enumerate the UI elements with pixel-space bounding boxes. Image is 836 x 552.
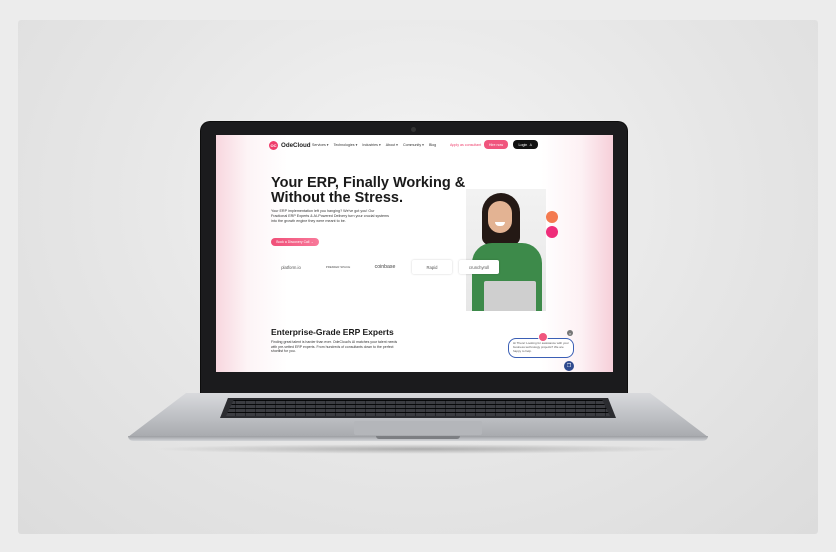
site-navbar: OC OdeCloud Services ▾ Technologies ▾ In… (216, 135, 613, 157)
apply-consultant-link[interactable]: Apply as consultant (450, 143, 481, 147)
client-logo-coinbase: coinbase (374, 264, 396, 270)
keyboard-keys (226, 400, 610, 416)
client-logos: platform.io PREMIER SPACE coinbase Rapid… (271, 260, 499, 274)
decorative-orange-dot (546, 211, 558, 223)
nav-item-industries[interactable]: Industries ▾ (362, 143, 380, 147)
laptop-opening-notch (376, 436, 460, 439)
odecloud-logo-icon: OC (269, 141, 278, 150)
login-button[interactable]: Login ♙ (513, 140, 538, 149)
client-logo-platform: platform.io (281, 264, 301, 270)
client-logo-premier: PREMIER SPACE (325, 265, 351, 269)
laptop-screen: OC OdeCloud Services ▾ Technologies ▾ In… (216, 135, 613, 372)
logo-text: OdeCloud (281, 142, 311, 149)
webcam-icon (411, 127, 416, 132)
chat-avatar (538, 332, 548, 342)
nav-item-technologies[interactable]: Technologies ▾ (334, 143, 358, 147)
chat-close-icon[interactable]: × (567, 330, 573, 336)
nav-item-services[interactable]: Services ▾ (312, 143, 329, 147)
user-icon: ♙ (529, 142, 533, 147)
photo-face (488, 201, 512, 233)
nav-menu: Services ▾ Technologies ▾ Industries ▾ A… (312, 143, 436, 147)
client-logo-crunchyroll: crunchyroll (459, 260, 499, 274)
site-logo[interactable]: OC OdeCloud (269, 141, 311, 150)
laptop-base (128, 393, 708, 441)
section-text: Finding great talent is harder than ever… (271, 340, 398, 354)
book-discovery-call-button[interactable]: Book a Discovery Call → (271, 238, 319, 246)
hire-now-button[interactable]: Hire now (484, 140, 508, 149)
hero-photo (466, 189, 546, 311)
chat-bubble-icon[interactable]: ❐ (564, 361, 574, 371)
decorative-pink-dot (546, 226, 558, 238)
photo-laptop (484, 281, 536, 311)
login-label: Login (518, 142, 528, 147)
laptop-lid: OC OdeCloud Services ▾ Technologies ▾ In… (201, 122, 627, 398)
client-logo-rapid: Rapid (412, 260, 452, 274)
nav-item-community[interactable]: Community ▾ (403, 143, 424, 147)
section-title: Enterprise-Grade ERP Experts (271, 327, 394, 337)
trackpad (354, 421, 482, 435)
nav-item-about[interactable]: About ▾ (386, 143, 398, 147)
hero-title: Your ERP, Finally Working & Without the … (271, 175, 466, 206)
nav-item-blog[interactable]: Blog (429, 143, 436, 147)
laptop-shadow (150, 444, 686, 454)
hero-subtitle: Your ERP implementation left you hanging… (271, 209, 389, 223)
